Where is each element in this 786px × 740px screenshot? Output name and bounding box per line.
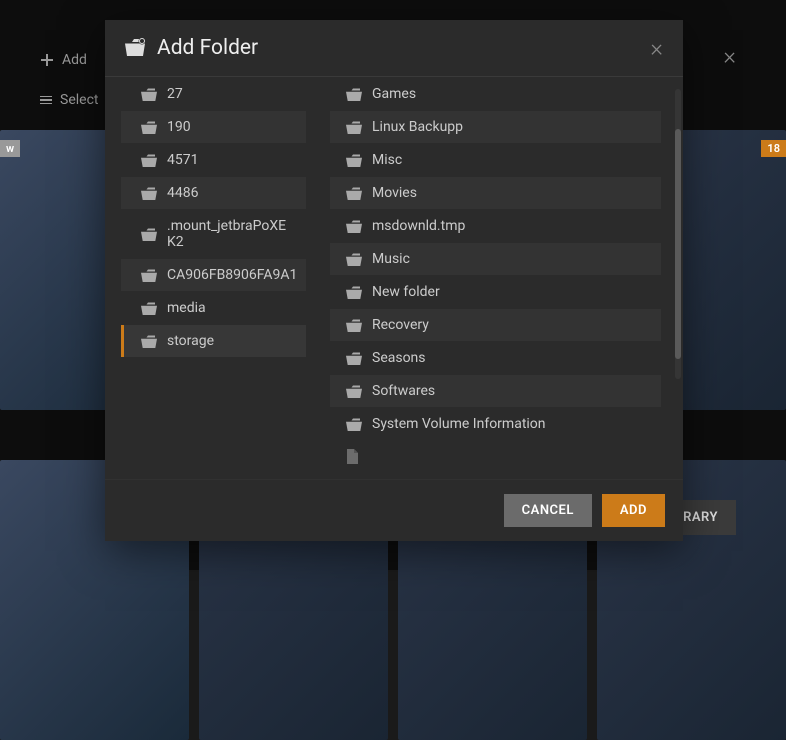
folder-label: 4571: [167, 152, 198, 168]
folder-label: storage: [167, 333, 214, 349]
folder-item[interactable]: Recovery: [330, 309, 661, 341]
folder-label: Music: [372, 251, 410, 267]
folder-item[interactable]: Seasons: [330, 342, 661, 374]
folder-label: Softwares: [372, 383, 435, 399]
bg-add-label: Add: [62, 52, 87, 68]
folder-label: Linux Backupp: [372, 119, 463, 135]
folder-add-icon: [125, 38, 147, 58]
folder-item[interactable]: 4571: [121, 144, 306, 176]
folder-tree-left: 27 190 4571 4486 .mount_jetbraPoXEK2 CA906FB8…: [105, 77, 320, 479]
folder-label: New folder: [372, 284, 440, 300]
bg-add-item: Add: [40, 40, 98, 80]
modal-body: 27 190 4571 4486 .mount_jetbraPoXEK2 CA906FB8…: [105, 77, 683, 479]
add-button[interactable]: ADD: [602, 494, 665, 527]
bg-select-item: Select: [40, 80, 98, 120]
folder-item[interactable]: Music: [330, 243, 661, 275]
folder-label: Misc: [372, 152, 402, 168]
modal-title-wrap: Add Folder: [125, 36, 258, 60]
bg-badge: 18: [761, 140, 786, 157]
modal-header: Add Folder ×: [105, 20, 683, 77]
folder-item[interactable]: .mount_jetbraPoXEK2: [121, 210, 306, 258]
folder-label: 190: [167, 119, 191, 135]
folder-label: Seasons: [372, 350, 426, 366]
cancel-button[interactable]: CANCEL: [504, 494, 592, 527]
folder-item[interactable]: Linux Backupp: [330, 111, 661, 143]
scrollbar-thumb[interactable]: [675, 129, 681, 359]
folder-item[interactable]: Movies: [330, 177, 661, 209]
folder-label: System Volume Information: [372, 416, 546, 432]
folder-item[interactable]: storage: [121, 325, 306, 357]
bg-badge: w: [0, 140, 20, 157]
file-item[interactable]: [330, 441, 661, 472]
folder-item[interactable]: Misc: [330, 144, 661, 176]
folder-item[interactable]: New folder: [330, 276, 661, 308]
modal-title: Add Folder: [157, 36, 258, 60]
folder-label: Games: [372, 86, 416, 102]
folder-label: .mount_jetbraPoXEK2: [167, 218, 292, 250]
bg-select-label: Select: [60, 92, 98, 108]
folder-label: 4486: [167, 185, 198, 201]
folder-tree-right: Games Linux Backupp Misc Movies msdownld.tmp…: [320, 77, 683, 479]
folder-item[interactable]: 190: [121, 111, 306, 143]
folder-label: Movies: [372, 185, 417, 201]
folder-item[interactable]: CA906FB8906FA9A1: [121, 259, 306, 291]
add-folder-modal: Add Folder × 27 190 4571 4486 .mount_jetbraP…: [105, 20, 683, 541]
folder-item[interactable]: Softwares: [330, 375, 661, 407]
close-icon[interactable]: ×: [650, 36, 663, 60]
folder-label: media: [167, 300, 206, 316]
scrollbar[interactable]: [675, 89, 681, 379]
outer-close-icon[interactable]: ×: [723, 42, 736, 70]
folder-item[interactable]: System Volume Information: [330, 408, 661, 440]
folder-label: 27: [167, 86, 183, 102]
folder-item[interactable]: msdownld.tmp: [330, 210, 661, 242]
folder-item[interactable]: Games: [330, 78, 661, 110]
folder-label: Recovery: [372, 317, 429, 333]
folder-item[interactable]: 4486: [121, 177, 306, 209]
folder-item[interactable]: 27: [121, 78, 306, 110]
folder-label: msdownld.tmp: [372, 218, 465, 234]
folder-item[interactable]: media: [121, 292, 306, 324]
folder-label: CA906FB8906FA9A1: [167, 267, 297, 283]
modal-footer: CANCEL ADD: [105, 479, 683, 541]
